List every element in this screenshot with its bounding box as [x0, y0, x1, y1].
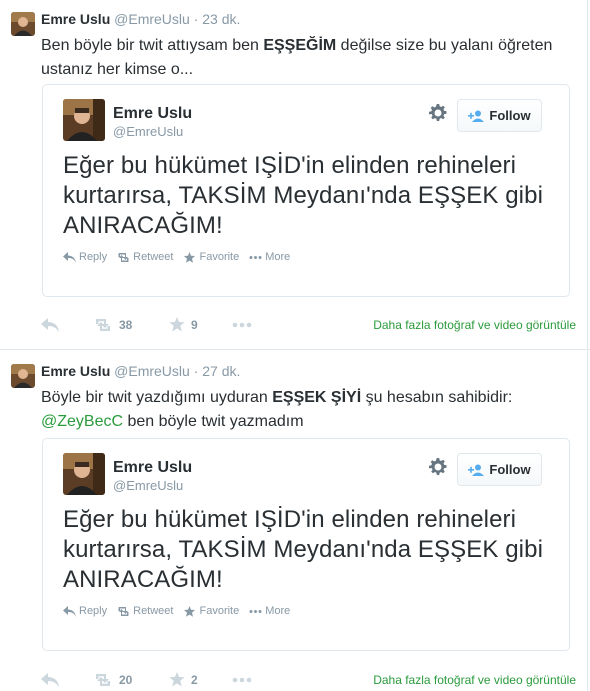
reply-button[interactable] [41, 672, 93, 687]
favorite-label: Favorite [199, 605, 240, 617]
mention-link[interactable]: @ZeyBecC [41, 413, 123, 430]
embed-avatar[interactable] [63, 99, 105, 141]
more-media-link[interactable]: Daha fazla fotoğraf ve video görüntüle [373, 673, 576, 687]
retweet-icon [96, 673, 110, 686]
fullname[interactable]: Emre Uslu [41, 363, 110, 379]
tweet-text-part: ben böyle twit yazmadım [123, 413, 304, 430]
reply-icon [63, 251, 76, 263]
tweet: Emre Uslu @EmreUslu · 27 dk. Böyle bir t… [0, 352, 590, 691]
tweet-text-part: Böyle bir twit yazdığımı uyduran [41, 389, 273, 406]
reply-icon [63, 605, 76, 617]
embed-actions: Reply Retweet Favorite More [63, 605, 290, 617]
star-icon [184, 251, 196, 263]
tweet-text-bold: EŞŞEĞİM [263, 37, 337, 54]
separator-dot: · [193, 11, 199, 27]
separator-dot: · [193, 363, 199, 379]
reply-icon [41, 317, 59, 332]
fullname[interactable]: Emre Uslu [41, 11, 110, 27]
retweet-icon [96, 318, 110, 331]
more-label: More [265, 251, 291, 263]
gear-icon[interactable] [429, 104, 447, 122]
retweet-count: 20 [119, 672, 133, 687]
favorite-button[interactable]: 2 [169, 672, 232, 687]
more-label: More [265, 605, 291, 617]
retweet-icon [118, 606, 129, 616]
embedded-tweet[interactable]: Emre Uslu @EmreUslu Follow Eğer bu hüküm… [42, 438, 570, 651]
tweet-actions: 20 2 Daha fazla fotoğraf ve video görünt… [41, 672, 576, 687]
more-dots-icon [232, 322, 252, 327]
embed-text: Eğer bu hükümet IŞİD'in elinden rehinele… [63, 506, 543, 593]
more-action[interactable]: More [249, 605, 290, 617]
embed-screenname[interactable]: @EmreUslu [113, 124, 183, 140]
tweet-text-bold: EŞŞEK ŞİYİ [272, 389, 362, 406]
embed-screenname[interactable]: @EmreUslu [113, 478, 183, 494]
follow-button[interactable]: Follow [457, 453, 542, 486]
star-icon [184, 605, 196, 617]
embedded-tweet[interactable]: Emre Uslu @EmreUslu Follow Eğer bu hüküm… [42, 84, 570, 297]
avatar[interactable] [11, 364, 35, 388]
favorite-button[interactable]: 9 [169, 317, 232, 332]
more-button[interactable] [232, 677, 252, 683]
reply-button[interactable] [41, 317, 93, 332]
star-icon [169, 317, 185, 332]
gear-icon[interactable] [429, 458, 447, 476]
tweet-header: Emre Uslu @EmreUslu · 23 dk. [41, 11, 240, 27]
more-button[interactable] [232, 322, 252, 328]
more-action[interactable]: More [249, 251, 290, 263]
timestamp[interactable]: 27 dk. [202, 363, 240, 379]
retweet-label: Retweet [133, 251, 174, 263]
tweet: Emre Uslu @EmreUslu · 23 dk. Ben böyle b… [0, 0, 590, 349]
retweet-button[interactable]: 38 [93, 318, 169, 332]
favorite-count: 2 [191, 672, 198, 687]
favorite-action[interactable]: Favorite [183, 251, 239, 263]
more-dots-icon [249, 609, 262, 613]
screenname[interactable]: @EmreUslu [114, 363, 190, 379]
embed-fullname[interactable]: Emre Uslu [113, 105, 192, 123]
more-dots-icon [249, 255, 262, 259]
favorite-action[interactable]: Favorite [183, 605, 239, 617]
reply-action[interactable]: Reply [63, 605, 107, 617]
retweet-action[interactable]: Retweet [117, 605, 173, 617]
tweet-text-part: Ben böyle bir twit attıysam ben [41, 37, 264, 54]
embed-avatar[interactable] [63, 453, 105, 495]
favorite-label: Favorite [199, 251, 240, 263]
tweet-divider [0, 349, 590, 350]
tweet-text: Böyle bir twit yazdığımı uyduran EŞŞEK Ş… [41, 386, 576, 434]
add-person-icon [468, 110, 485, 122]
tweet-header: Emre Uslu @EmreUslu · 27 dk. [41, 363, 240, 379]
more-dots-icon [232, 677, 252, 682]
follow-label: Follow [489, 108, 531, 123]
reply-action[interactable]: Reply [63, 251, 107, 263]
follow-label: Follow [489, 462, 531, 477]
tweet-text: Ben böyle bir twit attıysam ben EŞŞEĞİM … [41, 34, 576, 82]
reply-icon [41, 672, 59, 687]
retweet-button[interactable]: 20 [93, 673, 169, 687]
avatar[interactable] [11, 12, 35, 36]
retweet-label: Retweet [133, 605, 174, 617]
reply-label: Reply [79, 251, 108, 263]
retweet-count: 38 [119, 317, 133, 332]
more-media-link[interactable]: Daha fazla fotoğraf ve video görüntüle [373, 318, 576, 332]
retweet-action[interactable]: Retweet [117, 251, 173, 263]
screenname[interactable]: @EmreUslu [114, 11, 190, 27]
follow-button[interactable]: Follow [457, 99, 542, 132]
tweet-text-part: şu hesabın sahibidir: [361, 389, 513, 406]
reply-label: Reply [79, 605, 108, 617]
tweet-actions: 38 9 Daha fazla fotoğraf ve video görünt… [41, 317, 576, 332]
embed-text: Eğer bu hükümet IŞİD'in elinden rehinele… [63, 152, 543, 239]
embed-actions: Reply Retweet Favorite More [63, 251, 290, 263]
retweet-icon [118, 252, 129, 262]
add-person-icon [468, 464, 485, 476]
embed-fullname[interactable]: Emre Uslu [113, 459, 192, 477]
timeline-border [587, 0, 588, 691]
favorite-count: 9 [191, 317, 198, 332]
star-icon [169, 672, 185, 687]
timestamp[interactable]: 23 dk. [202, 11, 240, 27]
